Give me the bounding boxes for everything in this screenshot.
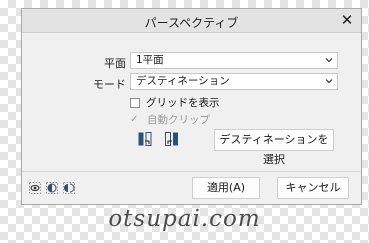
grid-checkbox-box[interactable]: [130, 97, 140, 108]
split-compare-icon[interactable]: [63, 182, 75, 194]
chevron-down-icon: [325, 79, 333, 84]
footer-divider: [22, 171, 361, 172]
mode-label: モード: [93, 78, 126, 91]
swap-right-icon[interactable]: [138, 132, 152, 148]
title-bar: パースペクティブ ✕: [22, 9, 361, 33]
close-button[interactable]: ✕: [339, 12, 355, 28]
chevron-down-icon: [325, 58, 333, 63]
eye-preview-icon[interactable]: [29, 182, 41, 194]
plane-label: 平面: [104, 57, 126, 70]
watermark-text: otsupai.com: [108, 206, 261, 232]
checkmark-icon: ✓: [130, 113, 139, 125]
apply-button[interactable]: 適用(A): [192, 177, 260, 199]
mode-value: デスティネーション: [136, 75, 230, 87]
swap-left-icon[interactable]: [165, 132, 179, 148]
grid-checkbox-label: グリッドを表示: [146, 97, 220, 109]
auto-clip-checkbox[interactable]: ✓ 自動クリップ: [130, 112, 210, 127]
cancel-button[interactable]: キャンセル: [277, 177, 349, 199]
grid-checkbox[interactable]: グリッドを表示: [130, 95, 220, 110]
mode-select[interactable]: デスティネーション: [130, 73, 338, 90]
auto-clip-label: 自動クリップ: [147, 114, 210, 126]
perspective-dialog: パースペクティブ ✕ 平面 1平面 モード デスティネーション グリッドを表示 …: [21, 8, 362, 205]
plane-select[interactable]: 1平面: [130, 52, 338, 69]
dialog-title: パースペクティブ: [144, 16, 239, 30]
select-destination-button[interactable]: デスティネーションを選択: [214, 129, 334, 166]
half-circle-compare-icon[interactable]: [46, 182, 58, 194]
plane-value: 1平面: [136, 54, 164, 66]
